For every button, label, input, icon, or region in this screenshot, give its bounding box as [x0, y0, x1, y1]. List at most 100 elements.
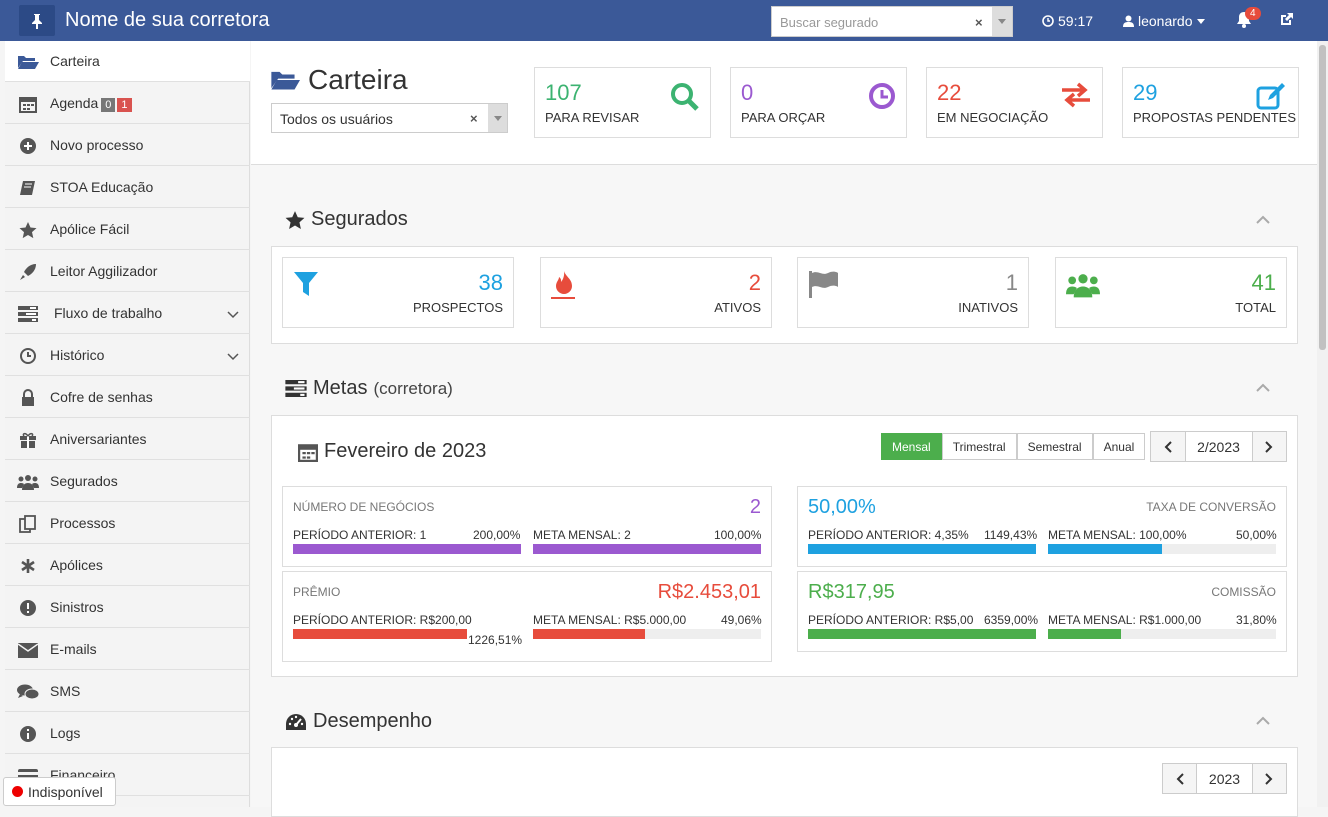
period-trimestral-button[interactable]: Trimestral: [941, 433, 1017, 460]
sidebar-item-leitor[interactable]: Leitor Aggilizador: [5, 251, 250, 292]
metric-value: R$317,95: [808, 581, 895, 603]
sidebar-item-label: Sinistros: [50, 599, 104, 615]
availability-status[interactable]: Indisponível: [3, 777, 116, 806]
caret-down-icon: [1196, 18, 1205, 24]
search-placeholder: Buscar segurado: [780, 15, 879, 30]
metric-conversao: 50,00% TAXA DE CONVERSÃO PERÍODO ANTERIO…: [797, 486, 1287, 567]
search-segurado-input[interactable]: Buscar segurado ×: [771, 6, 1013, 37]
kpi-label: PARA ORÇAR: [741, 110, 826, 125]
sidebar-item-apolices[interactable]: Apólices: [5, 545, 250, 586]
sidebar-item-historico[interactable]: Histórico: [5, 335, 250, 376]
sidebar-item-emails[interactable]: E-mails: [5, 629, 250, 670]
metric-title: NÚMERO DE NEGÓCIOS: [293, 500, 435, 514]
prev-pct: 1149,43%: [984, 528, 1038, 542]
progress-fill: [808, 629, 1036, 639]
edit-icon: [1256, 82, 1288, 113]
meta-pct: 100,00%: [714, 528, 762, 542]
period-semestral-button[interactable]: Semestral: [1016, 433, 1093, 460]
progress-fill: [1048, 544, 1162, 554]
sidebar-item-carteira[interactable]: Carteira: [5, 41, 250, 82]
sidebar-item-cofre[interactable]: Cofre de senhas: [5, 377, 250, 418]
clear-icon[interactable]: ×: [470, 111, 478, 126]
folder-open-icon: [17, 52, 39, 72]
collapse-icon[interactable]: [1256, 709, 1270, 730]
top-navbar: Nome de sua corretora Buscar segurado × …: [0, 0, 1328, 41]
sidebar-item-stoa[interactable]: STOA Educação: [5, 167, 250, 208]
collapse-icon[interactable]: [1256, 208, 1270, 229]
sidebar-item-logs[interactable]: Logs: [5, 713, 250, 754]
pin-icon[interactable]: [19, 5, 55, 36]
kpi-para-orcar[interactable]: 0 PARA ORÇAR: [730, 67, 907, 138]
gift-icon: [17, 430, 39, 450]
external-link-icon[interactable]: [1279, 12, 1294, 30]
kpi-em-negociacao[interactable]: 22 EM NEGOCIAÇÃO: [926, 67, 1103, 138]
sidebar-item-segurados[interactable]: Segurados: [5, 461, 250, 502]
period-anual-button[interactable]: Anual: [1092, 433, 1146, 460]
sidebar-item-label: E-mails: [50, 641, 97, 657]
meta-label: META MENSAL: 100,00%: [1048, 528, 1187, 542]
sidebar-item-label: Novo processo: [50, 137, 144, 153]
sidebar-item-label: Apólice Fácil: [50, 221, 130, 237]
star-icon: [17, 220, 39, 240]
sidebar-item-novo-processo[interactable]: Novo processo: [5, 125, 250, 166]
month-title: Fevereiro de 2023: [298, 440, 486, 463]
period-mensal-button[interactable]: Mensal: [881, 433, 942, 460]
brand-title[interactable]: Nome de sua corretora: [65, 9, 270, 32]
book-icon: [17, 178, 39, 198]
page-scrollbar[interactable]: [1317, 41, 1328, 807]
sidebar-item-agenda[interactable]: Agenda 0 1: [5, 83, 250, 124]
kpi-propostas-pendentes[interactable]: 29 PROPOSTAS PENDENTES: [1122, 67, 1299, 138]
card-inativos[interactable]: 1 INATIVOS: [797, 257, 1029, 328]
main-content: Carteira Todos os usuários × 107 PARA RE…: [251, 41, 1317, 817]
sidebar-item-sms[interactable]: SMS: [5, 671, 250, 712]
chevron-right-icon[interactable]: [1252, 432, 1286, 461]
tasks-icon: [17, 304, 39, 324]
meta-progress-bar: [533, 629, 761, 639]
sidebar-item-label: Agenda: [50, 95, 99, 111]
prev-pct: 1226,51%: [468, 633, 523, 647]
card-value: 1: [1005, 270, 1018, 295]
meta-pct: 31,80%: [1236, 613, 1277, 627]
sidebar-item-label: Aniversariantes: [50, 431, 147, 447]
meta-label: META MENSAL: 2: [533, 528, 631, 542]
clear-icon[interactable]: ×: [975, 15, 983, 30]
prev-pct: 200,00%: [473, 528, 521, 542]
sidebar-item-label: Histórico: [50, 347, 105, 363]
chevron-left-icon[interactable]: [1163, 764, 1197, 793]
card-prospectos[interactable]: 38 PROSPECTOS: [282, 257, 514, 328]
user-menu[interactable]: leonardo: [1123, 13, 1205, 29]
year-value: 2023: [1196, 764, 1253, 793]
users-icon: [17, 472, 39, 492]
card-total[interactable]: 41 TOTAL: [1055, 257, 1287, 328]
metric-value: 50,00%: [808, 496, 876, 518]
card-value: 41: [1251, 270, 1276, 295]
chevron-down-icon[interactable]: [488, 104, 507, 132]
agenda-badge-red: 1: [117, 98, 132, 112]
sidebar-item-apolice-facil[interactable]: Apólice Fácil: [5, 209, 250, 250]
collapse-icon[interactable]: [1256, 376, 1270, 397]
chevron-down-icon[interactable]: [992, 7, 1012, 36]
meta-pct: 49,06%: [721, 613, 762, 627]
metric-negocios: NÚMERO DE NEGÓCIOS 2 PERÍODO ANTERIOR: 1…: [282, 486, 772, 567]
year-pager: 2023: [1162, 763, 1287, 794]
card-ativos[interactable]: 2 ATIVOS: [540, 257, 772, 328]
section-title-text: Segurados: [311, 208, 408, 230]
sidebar-item-label: STOA Educação: [50, 179, 154, 195]
chevron-left-icon[interactable]: [1151, 432, 1185, 461]
kpi-para-revisar[interactable]: 107 PARA REVISAR: [534, 67, 711, 138]
scrollbar-thumb[interactable]: [1319, 45, 1326, 350]
page-title: Carteira: [270, 64, 408, 96]
sidebar-item-aniversariantes[interactable]: Aniversariantes: [5, 419, 250, 460]
sidebar-item-fluxo[interactable]: Fluxo de trabalho: [5, 293, 250, 334]
prev-progress-bar: [808, 629, 1036, 639]
sidebar-item-sinistros[interactable]: Sinistros: [5, 587, 250, 628]
prev-progress-bar: [808, 544, 1036, 554]
sidebar-item-processos[interactable]: Processos: [5, 503, 250, 544]
chevron-right-icon[interactable]: [1252, 764, 1287, 793]
sidebar-item-label: SMS: [50, 683, 81, 699]
prev-progress-bar: [293, 544, 521, 554]
metric-comissao: R$317,95 COMISSÃO PERÍODO ANTERIOR: R$5,…: [797, 571, 1287, 652]
copy-icon: [17, 514, 39, 534]
users-icon: [1066, 270, 1100, 303]
user-filter-select[interactable]: Todos os usuários ×: [271, 103, 508, 133]
